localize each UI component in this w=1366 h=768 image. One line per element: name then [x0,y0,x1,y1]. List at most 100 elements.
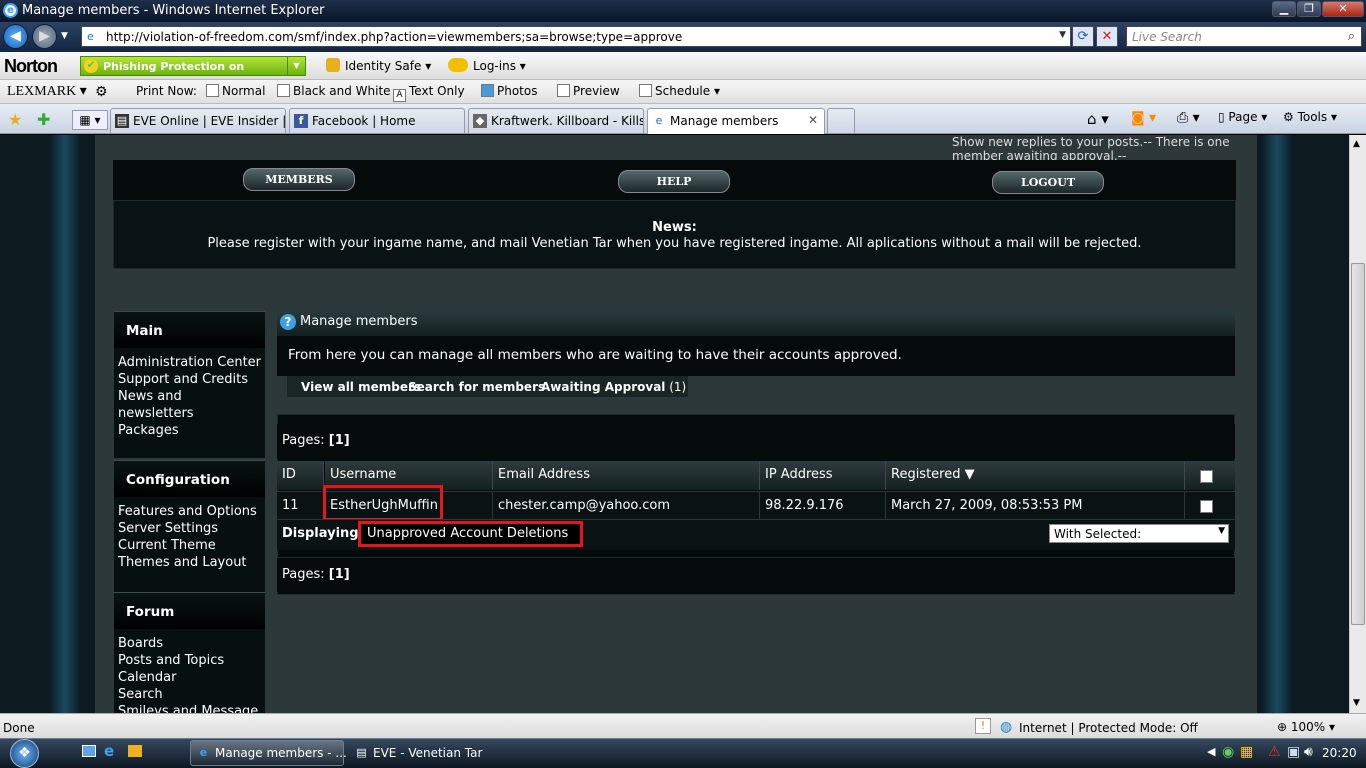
tab-manage-members[interactable]: e Manage members ✕ [647,108,825,134]
home-icon[interactable]: ⌂ ▾ [1087,110,1109,128]
with-selected-dropdown[interactable]: With Selected: ▼ [1049,524,1229,543]
print-text-only-button[interactable]: A Text Only [393,84,465,102]
start-button[interactable]: ❖ [4,738,48,768]
sidebar-item-features[interactable]: Features and Options [118,503,265,520]
sidebar-item-support[interactable]: Support and Credits [118,371,265,388]
show-desktop-icon[interactable] [82,745,96,757]
sidebar-item-current-theme[interactable]: Current Theme [118,537,265,554]
col-registered[interactable]: Registered ▼ [886,461,1185,490]
media-quicklaunch-icon[interactable] [128,745,142,757]
pages-bottom: Pages: [1] [277,557,1235,592]
tray-expand-icon[interactable]: ◀ [1207,745,1215,758]
help-icon[interactable]: ? [280,314,296,330]
sidebar-config-list: Features and Options Server Settings Cur… [114,497,265,592]
address-dropdown-icon[interactable]: ▼ [1059,30,1066,40]
select-all-checkbox[interactable] [1200,470,1213,483]
print-normal-button[interactable]: Normal [206,84,265,98]
tab-eve-online[interactable]: ▤ EVE Online | EVE Insider | F... [110,108,286,133]
sidebar-item-boards[interactable]: Boards [118,635,265,652]
photos-button[interactable]: Photos [481,84,537,98]
tab-close-icon[interactable]: ✕ [808,113,818,127]
tab-search-members[interactable]: Search for members [408,380,545,394]
right-decor-stripe [1262,135,1292,713]
tab-label: Kraftwerk. Killboard - Kills ... [491,114,644,128]
lexmark-logo[interactable]: LEXMARK ▾ [7,83,87,100]
stop-button[interactable]: ✕ [1096,26,1118,47]
sidebar-item-server-settings[interactable]: Server Settings [118,520,265,537]
preview-button[interactable]: Preview [557,84,620,98]
favorites-star-icon[interactable]: ★ [8,110,22,129]
members-menu-button[interactable]: MEMBERS [243,168,355,191]
cell-email[interactable]: chester.camp@yahoo.com [493,491,760,519]
sidebar-forum-list: Boards Posts and Topics Calendar Search … [114,629,265,713]
zoom-control[interactable]: ⊕ 100% ▾ [1277,720,1335,734]
cell-ip[interactable]: 98.22.9.176 [760,491,886,519]
window-title: Manage members - Windows Internet Explor… [22,3,325,18]
quick-tabs-button[interactable]: ▦ ▾ [72,110,108,130]
scroll-thumb[interactable] [1351,263,1365,625]
add-favorites-icon[interactable]: ✚ [37,110,50,129]
tools-menu[interactable]: ⚙ Tools ▾ [1283,110,1337,124]
sidebar-item-packages[interactable]: Packages [118,422,265,439]
tab-facebook[interactable]: f Facebook | Home [289,108,465,133]
volume-icon[interactable]: 🔊︎ [1304,744,1313,760]
displaying-select[interactable]: Unapproved Account Deletions [358,521,583,547]
refresh-button[interactable]: ⟳ [1072,26,1094,47]
close-button[interactable]: ✕ [1322,1,1364,17]
ie-quicklaunch-icon[interactable]: e [104,742,114,760]
back-button[interactable]: ◀ [3,24,28,49]
taskbar-item-manage-members[interactable]: e Manage members - ... [190,740,347,766]
tray-alert-icon[interactable]: ⚠ [1268,744,1281,760]
scroll-up-icon[interactable]: ▲ [1353,139,1360,149]
row-checkbox[interactable] [1200,500,1213,513]
forward-button[interactable]: ▶ [32,24,57,49]
sidebar-item-smileys[interactable]: Smileys and Message [118,703,265,713]
sidebar-item-news[interactable]: News and [118,388,265,405]
phishing-dropdown-icon[interactable]: ▼ [287,57,305,75]
sidebar-item-admin-center[interactable]: Administration Center [118,354,265,371]
page-link[interactable]: [1] [329,433,350,448]
page-link[interactable]: [1] [329,567,350,582]
norton-tray-icon[interactable]: ◉ [1222,744,1234,760]
checkmark-icon: ✔ [84,59,98,73]
scroll-down-icon[interactable]: ▼ [1353,698,1360,708]
clock[interactable]: 20:20 [1322,746,1357,760]
schedule-button[interactable]: Schedule ▾ [639,84,720,98]
page-menu[interactable]: ▯ Page ▾ [1218,110,1267,124]
maximize-button[interactable]: ❐ [1297,1,1321,17]
address-bar[interactable]: e http://violation-of-freedom.com/smf/in… [81,26,1071,47]
print-icon[interactable]: ⎙ ▾ [1177,110,1200,126]
logout-menu-button[interactable]: LOGOUT [992,171,1104,194]
sidebar-item-calendar[interactable]: Calendar [118,669,265,686]
print-bw-button[interactable]: Black and White [277,84,391,98]
lexmark-settings-icon[interactable]: ⚙ [95,84,108,100]
logins-button[interactable]: Log-ins ▾ [448,58,526,73]
vertical-scrollbar[interactable]: ▲ ▼ [1349,135,1366,713]
security-zone-text[interactable]: Internet | Protected Mode: Off [1019,721,1198,735]
col-id[interactable]: ID [277,461,324,490]
taskbar-item-eve[interactable]: ▤ EVE - Venetian Tar [348,740,502,766]
tab-awaiting-approval[interactable]: Awaiting Approval (1) [541,380,686,394]
logins-icon [448,58,468,72]
search-icon[interactable]: ⌕ [1348,29,1355,44]
network-icon[interactable]: ▣ [1287,744,1300,760]
new-tab-button[interactable] [827,108,855,133]
tab-view-all-members[interactable]: View all members [301,380,421,394]
feeds-icon[interactable]: ◙ ▾ [1131,110,1156,126]
phishing-label: Phishing Protection on [103,60,245,73]
protected-mode-icon[interactable]: ! [975,718,991,734]
tray-app-icon[interactable]: ▦ [1240,744,1253,760]
phishing-protection-button[interactable]: ✔ Phishing Protection on ▼ [80,56,306,76]
sidebar-item-search[interactable]: Search [118,686,265,703]
minimize-button[interactable]: ▁ [1272,1,1296,17]
sidebar-item-newsletters[interactable]: newsletters [118,405,265,422]
search-input[interactable]: Live Search ⌕ [1126,26,1362,47]
col-ip[interactable]: IP Address [760,461,886,490]
tab-killboard[interactable]: ◆ Kraftwerk. Killboard - Kills ... [468,108,644,133]
recent-pages-dropdown-icon[interactable]: ▼ [61,31,68,41]
sidebar-item-themes-layout[interactable]: Themes and Layout [118,554,265,571]
sidebar-item-posts-topics[interactable]: Posts and Topics [118,652,265,669]
help-menu-button[interactable]: HELP [618,170,730,193]
col-email[interactable]: Email Address [493,461,760,490]
identity-safe-button[interactable]: Identity Safe ▾ [326,58,431,73]
